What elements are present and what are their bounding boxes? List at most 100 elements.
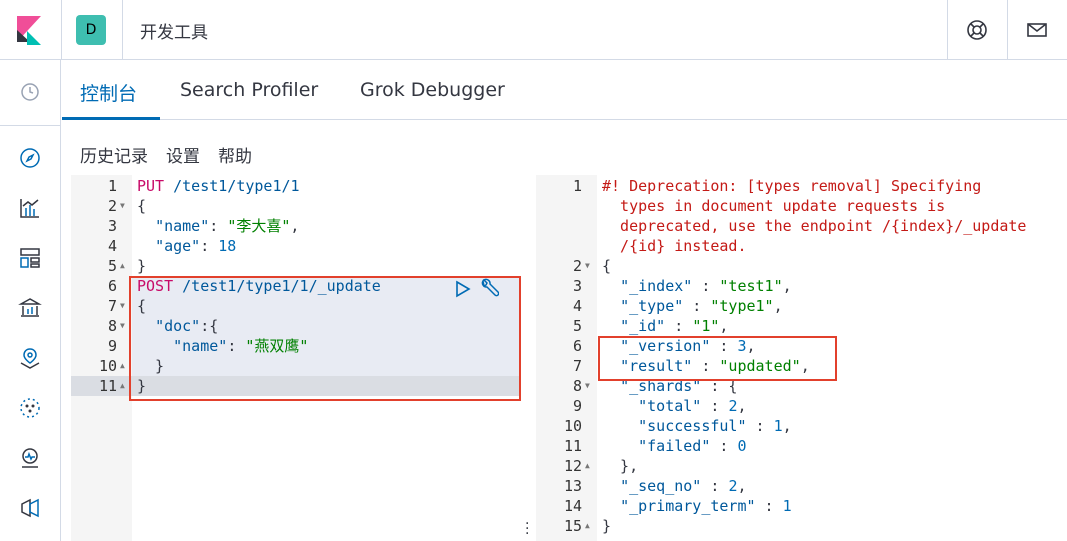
fold-close-icon[interactable]: ▲ xyxy=(120,376,125,396)
fold-open-icon[interactable]: ▼ xyxy=(120,196,125,216)
line-number: 11 xyxy=(563,437,582,455)
code-line: } xyxy=(137,256,146,276)
code-token: , xyxy=(782,417,792,435)
header-divider xyxy=(1007,0,1008,60)
nav-divider xyxy=(0,125,61,126)
wrench-icon[interactable] xyxy=(477,278,499,300)
ml-icon[interactable] xyxy=(18,396,42,420)
pane-resizer[interactable] xyxy=(521,175,536,541)
settings-link[interactable]: 设置 xyxy=(166,147,200,167)
code-token: "_seq_no" xyxy=(620,477,702,495)
history-link[interactable]: 历史记录 xyxy=(80,147,148,167)
code-token: { xyxy=(137,197,147,215)
code-token: , xyxy=(719,317,729,335)
maps-icon[interactable] xyxy=(18,346,42,370)
header-divider xyxy=(947,0,948,60)
code-token: : xyxy=(710,437,738,455)
dev-tools-tabs: 控制台 Search Profiler Grok Debugger xyxy=(62,60,1067,120)
code-token: "test1" xyxy=(719,277,783,295)
code-token: "name" xyxy=(155,217,210,235)
uptime-icon[interactable] xyxy=(18,446,42,470)
code-line: "total" : 2, xyxy=(602,396,747,416)
code-token: { xyxy=(602,257,612,275)
code-token: "1" xyxy=(692,317,720,335)
code-line: { xyxy=(602,256,611,276)
help-lifebuoy-icon[interactable] xyxy=(965,18,989,42)
code-line: "age": 18 xyxy=(137,236,236,256)
line-number xyxy=(536,236,582,256)
code-line: "_type" : "type1", xyxy=(602,296,783,316)
line-number: 4 xyxy=(107,237,117,255)
line-number: 10 xyxy=(563,417,582,435)
annotation-box-response xyxy=(598,336,837,381)
side-navigation xyxy=(0,60,61,541)
code-token: "age" xyxy=(155,237,201,255)
line-number: 9 xyxy=(107,337,117,355)
code-token: "type1" xyxy=(710,297,774,315)
fold-close-icon[interactable]: ▲ xyxy=(585,456,590,476)
play-icon[interactable] xyxy=(455,280,471,298)
code-token: "李大喜" xyxy=(227,217,291,235)
resize-handle-icon[interactable]: · · · xyxy=(525,517,529,541)
fold-open-icon[interactable]: ▼ xyxy=(120,296,125,316)
line-number: 9 xyxy=(572,397,582,415)
code-line: { xyxy=(137,196,146,216)
help-link[interactable]: 帮助 xyxy=(218,147,252,167)
code-token: #! Deprecation: [types removal] Specifyi… xyxy=(602,177,982,195)
compass-icon[interactable] xyxy=(18,146,42,170)
clock-icon[interactable] xyxy=(18,80,42,104)
line-number: 2 xyxy=(572,257,582,275)
line-number: 7 xyxy=(107,297,117,315)
infra-icon[interactable] xyxy=(18,496,42,520)
code-line: "_primary_term" : 1 xyxy=(602,496,792,516)
code-token: : xyxy=(683,297,711,315)
line-number: 10 xyxy=(98,357,117,375)
line-number: 6 xyxy=(572,337,582,355)
code-line: "failed" : 0 xyxy=(602,436,746,456)
console-menu: 历史记录 设置 帮助 xyxy=(80,142,270,167)
code-token: "_type" xyxy=(620,297,684,315)
code-line: deprecated, use the endpoint /{index}/_u… xyxy=(602,216,1026,236)
code-token: : xyxy=(692,277,720,295)
code-token: , xyxy=(737,397,747,415)
dashboard-icon[interactable] xyxy=(18,246,42,270)
code-token: 1 xyxy=(782,497,792,515)
fold-close-icon[interactable]: ▲ xyxy=(120,256,125,276)
visualize-icon[interactable] xyxy=(18,196,42,220)
fold-close-icon[interactable]: ▲ xyxy=(585,516,590,536)
response-gutter: 1 2 ▼ 3 4 5 6 7 8 ▼ 9 10 11 12 ▲ 13 14 15 ▲ xyxy=(536,175,597,541)
fold-open-icon[interactable]: ▼ xyxy=(120,316,125,336)
code-token: PUT xyxy=(137,177,165,195)
line-number: 6 xyxy=(107,277,117,295)
code-token: , xyxy=(290,217,300,235)
space-avatar[interactable]: D xyxy=(76,15,106,45)
fold-open-icon[interactable]: ▼ xyxy=(585,376,590,396)
code-line: "_index" : "test1", xyxy=(602,276,792,296)
code-token: : xyxy=(665,317,693,335)
fold-close-icon[interactable]: ▲ xyxy=(120,356,125,376)
fold-open-icon[interactable]: ▼ xyxy=(585,256,590,276)
tab-search-profiler[interactable]: Search Profiler xyxy=(180,79,318,101)
line-number xyxy=(536,196,582,216)
line-number: 8 xyxy=(107,317,117,335)
kibana-logo-icon[interactable] xyxy=(14,14,44,46)
code-token: 18 xyxy=(218,237,237,255)
tab-console[interactable]: 控制台 xyxy=(80,79,137,106)
line-number: 8 xyxy=(572,377,582,395)
code-token: : xyxy=(701,477,729,495)
tab-grok-debugger[interactable]: Grok Debugger xyxy=(360,79,505,101)
code-token: } xyxy=(602,517,612,535)
code-line: } xyxy=(602,516,611,536)
header-divider xyxy=(122,0,123,60)
code-line: PUT /test1/type1/1 xyxy=(137,176,300,196)
mail-icon[interactable] xyxy=(1025,18,1049,42)
code-line: "_id" : "1", xyxy=(602,316,728,336)
canvas-icon[interactable] xyxy=(18,296,42,320)
